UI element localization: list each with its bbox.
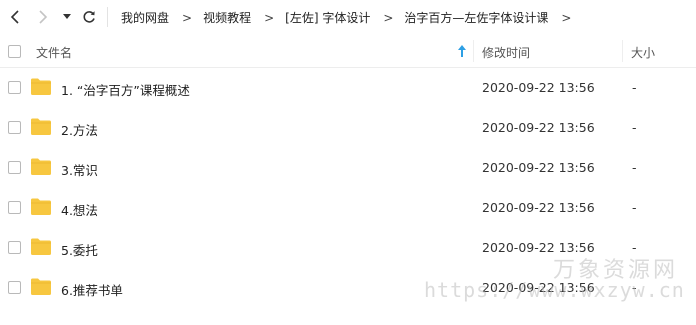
file-name[interactable]: 5.委托: [61, 240, 98, 259]
caret-down-icon: [63, 14, 71, 19]
toolbar-divider: [107, 7, 108, 27]
folder-icon: [31, 278, 51, 295]
file-modified: 2020-09-22 13:56: [482, 200, 595, 215]
breadcrumb-separator-icon: >: [264, 10, 275, 25]
history-dropdown-button[interactable]: [60, 8, 74, 26]
refresh-button[interactable]: [80, 8, 98, 26]
column-divider[interactable]: [622, 40, 623, 62]
file-size: -: [632, 200, 637, 215]
folder-icon: [31, 78, 51, 95]
file-row[interactable]: 1. “治字百方”课程概述 2020-09-22 13:56 -: [0, 68, 696, 108]
row-checkbox[interactable]: [8, 201, 21, 214]
breadcrumb-separator-icon: >: [383, 10, 394, 25]
select-all-checkbox[interactable]: [8, 45, 21, 58]
chevron-left-icon: [10, 10, 19, 24]
refresh-icon: [83, 11, 95, 23]
file-size: -: [632, 80, 637, 95]
file-size: -: [632, 280, 637, 295]
row-checkbox[interactable]: [8, 241, 21, 254]
row-checkbox[interactable]: [8, 121, 21, 134]
breadcrumb-item-current-folder[interactable]: 治字百方—左佐字体设计课: [404, 9, 548, 26]
column-header-size[interactable]: 大小: [631, 44, 655, 61]
toolbar: 我的网盘 > 视频教程 > [左佐] 字体设计 > 治字百方—左佐字体设计课 >: [0, 0, 696, 34]
file-row[interactable]: 4.想法 2020-09-22 13:56 -: [0, 188, 696, 228]
breadcrumb-separator-icon: >: [561, 10, 572, 25]
chevron-right-icon: [39, 10, 48, 24]
file-list-header: 文件名 修改时间 大小: [0, 34, 696, 68]
file-row[interactable]: 6.推荐书单 2020-09-22 13:56 -: [0, 268, 696, 308]
breadcrumb-item-video-tutorials[interactable]: 视频教程: [203, 9, 251, 26]
file-row[interactable]: 3.常识 2020-09-22 13:56 -: [0, 148, 696, 188]
file-modified: 2020-09-22 13:56: [482, 240, 595, 255]
breadcrumb-separator-icon: >: [182, 10, 193, 25]
folder-icon: [31, 198, 51, 215]
file-row[interactable]: 5.委托 2020-09-22 13:56 -: [0, 228, 696, 268]
forward-button[interactable]: [34, 8, 52, 26]
row-checkbox[interactable]: [8, 81, 21, 94]
file-modified: 2020-09-22 13:56: [482, 120, 595, 135]
file-modified: 2020-09-22 13:56: [482, 80, 595, 95]
file-row[interactable]: 2.方法 2020-09-22 13:56 -: [0, 108, 696, 148]
breadcrumb-item-font-design[interactable]: [左佐] 字体设计: [285, 9, 370, 26]
file-modified: 2020-09-22 13:56: [482, 160, 595, 175]
file-size: -: [632, 160, 637, 175]
breadcrumb-item-my-drive[interactable]: 我的网盘: [121, 9, 169, 26]
file-modified: 2020-09-22 13:56: [482, 280, 595, 295]
file-name[interactable]: 1. “治字百方”课程概述: [61, 80, 190, 99]
sort-up-icon[interactable]: [457, 44, 467, 58]
row-checkbox[interactable]: [8, 161, 21, 174]
file-size: -: [632, 120, 637, 135]
file-name[interactable]: 2.方法: [61, 120, 98, 139]
file-name[interactable]: 3.常识: [61, 160, 98, 179]
folder-icon: [31, 158, 51, 175]
file-name[interactable]: 4.想法: [61, 200, 98, 219]
file-name[interactable]: 6.推荐书单: [61, 280, 123, 299]
column-divider[interactable]: [473, 40, 474, 62]
column-header-name[interactable]: 文件名: [36, 44, 72, 61]
folder-icon: [31, 118, 51, 135]
back-button[interactable]: [6, 8, 24, 26]
breadcrumb: 我的网盘 > 视频教程 > [左佐] 字体设计 > 治字百方—左佐字体设计课 >: [121, 9, 582, 26]
file-size: -: [632, 240, 637, 255]
file-list: 1. “治字百方”课程概述 2020-09-22 13:56 - 2.方法 20…: [0, 68, 696, 308]
row-checkbox[interactable]: [8, 281, 21, 294]
column-header-modified[interactable]: 修改时间: [482, 44, 530, 61]
folder-icon: [31, 238, 51, 255]
